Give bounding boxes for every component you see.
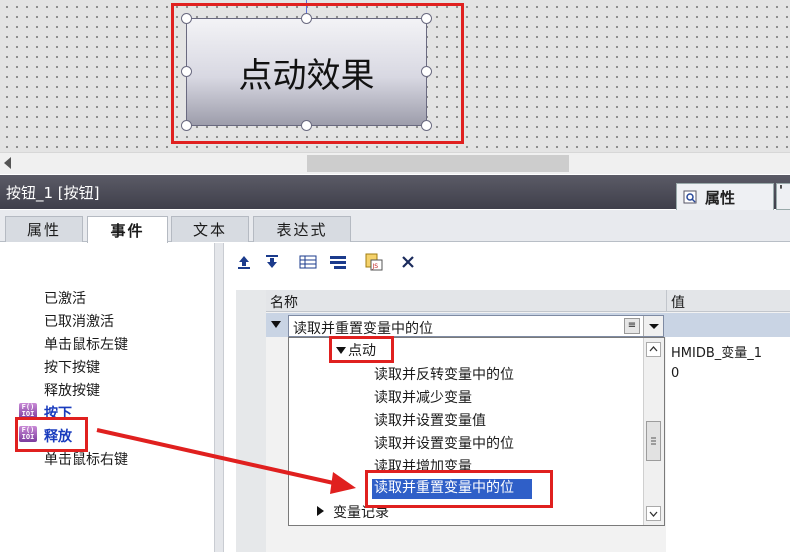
tab-properties-main[interactable]: 属性 xyxy=(676,183,774,210)
svg-text:JS: JS xyxy=(372,263,379,270)
scroll-down-icon[interactable] xyxy=(646,506,661,521)
expand-category-icon[interactable] xyxy=(317,506,324,516)
value-column xyxy=(666,337,790,552)
dropdown-item[interactable]: 读取并反转变量中的位 xyxy=(374,364,514,386)
tab-properties-main-label: 属性 xyxy=(705,188,736,207)
value-cell-tag[interactable]: HMIDB_变量_1 xyxy=(671,342,762,361)
insert-row-icon[interactable] xyxy=(298,252,318,272)
tab-info-partial[interactable]: ' xyxy=(776,183,790,210)
event-item-left-click[interactable]: 单击鼠标左键 xyxy=(44,334,128,356)
row-header-column xyxy=(236,290,266,552)
tab-info-partial-label: ' xyxy=(779,184,783,199)
function-select-value: 读取并重置变量中的位 xyxy=(293,321,433,337)
scroll-left-icon[interactable] xyxy=(4,157,11,169)
resize-handle-w[interactable] xyxy=(181,66,192,77)
horizontal-scrollbar[interactable] xyxy=(0,152,790,174)
dropdown-scroll-thumb[interactable] xyxy=(646,421,661,461)
scroll-up-icon[interactable] xyxy=(646,342,661,357)
inspector-title: 按钮_1 [按钮] xyxy=(6,184,100,202)
resize-handle-sw[interactable] xyxy=(181,120,192,131)
category-highlight-box xyxy=(329,336,394,363)
move-down-icon[interactable] xyxy=(262,252,282,272)
tab-expressions[interactable]: 表达式 xyxy=(253,216,351,242)
value-cell-bit[interactable]: 0 xyxy=(671,366,679,381)
expand-row-icon[interactable] xyxy=(271,321,281,328)
dropdown-item[interactable]: 读取并设置变量值 xyxy=(374,410,486,432)
tab-text[interactable]: 文本 xyxy=(171,216,249,242)
add-row-icon[interactable] xyxy=(328,252,348,272)
scrollbar-thumb[interactable] xyxy=(307,155,569,172)
event-item-right-click[interactable]: 单击鼠标右键 xyxy=(44,449,128,471)
function-select[interactable]: 读取并重置变量中的位 xyxy=(288,315,664,337)
event-item-deactivated[interactable]: 已取消激活 xyxy=(44,311,114,333)
chevron-down-icon xyxy=(649,324,659,329)
magnifier-icon xyxy=(683,190,697,204)
hmi-button[interactable]: 点动效果 xyxy=(186,18,427,126)
resize-handle-ne[interactable] xyxy=(421,13,432,24)
resize-handle-n[interactable] xyxy=(301,13,312,24)
list-view-icon[interactable]: ≡ xyxy=(624,318,640,334)
tab-properties[interactable]: 属性 xyxy=(5,216,83,242)
resize-handle-e[interactable] xyxy=(421,66,432,77)
tab-text-label: 文本 xyxy=(192,221,227,239)
tab-expressions-label: 表达式 xyxy=(276,221,328,239)
delete-icon[interactable] xyxy=(398,252,418,272)
resize-handle-s[interactable] xyxy=(301,120,312,131)
column-header-value[interactable]: 值 xyxy=(666,290,790,312)
release-highlight-box xyxy=(15,417,88,452)
resize-handle-nw[interactable] xyxy=(181,13,192,24)
tab-events-label: 事件 xyxy=(110,221,145,240)
dropdown-item[interactable]: 读取并减少变量 xyxy=(374,387,472,409)
event-list xyxy=(0,243,215,552)
dropdown-toggle-button[interactable] xyxy=(643,316,663,336)
tab-events[interactable]: 事件 xyxy=(87,216,168,243)
inspector-title-bar: 按钮_1 [按钮] xyxy=(0,175,790,209)
tab-properties-label: 属性 xyxy=(26,221,61,239)
event-item-key-release[interactable]: 释放按键 xyxy=(44,380,100,402)
script-icon[interactable]: JS xyxy=(364,252,384,272)
dropdown-item[interactable]: 读取并设置变量中的位 xyxy=(374,433,514,455)
resize-handle-se[interactable] xyxy=(421,120,432,131)
event-item-activated[interactable]: 已激活 xyxy=(44,288,86,310)
pane-splitter[interactable] xyxy=(214,243,224,552)
column-header-name[interactable]: 名称 xyxy=(266,290,666,312)
event-item-key-press[interactable]: 按下按键 xyxy=(44,357,100,379)
selection-highlight-box xyxy=(365,470,553,508)
move-up-icon[interactable] xyxy=(234,252,254,272)
hmi-button-label: 点动效果 xyxy=(238,55,375,96)
